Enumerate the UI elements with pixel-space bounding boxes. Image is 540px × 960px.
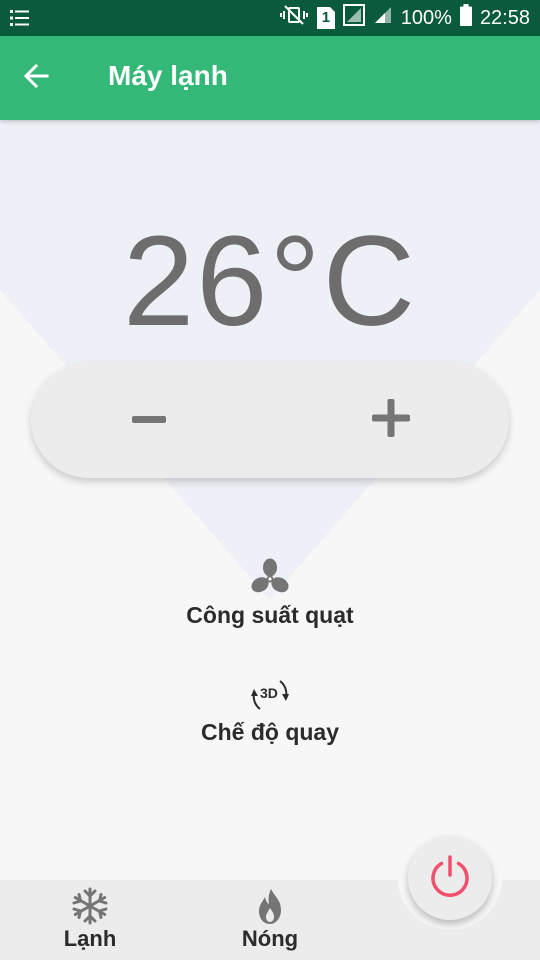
fan-speed-option[interactable]: Công suất quạt	[0, 558, 540, 629]
swing-mode-option[interactable]: 3D Chế độ quay	[0, 675, 540, 746]
cold-mode-tab[interactable]: Lạnh	[20, 886, 160, 952]
increase-temperature-button[interactable]	[351, 390, 431, 450]
clock: 22:58	[479, 6, 530, 29]
decrease-temperature-button[interactable]	[109, 390, 189, 450]
plus-icon	[372, 398, 410, 442]
main-content: 26°C Công suất quạt 3D Chế độ quay	[0, 120, 540, 880]
hot-mode-tab[interactable]: Nóng	[200, 886, 340, 952]
power-icon	[427, 853, 473, 904]
rotate-3d-icon: 3D	[250, 675, 290, 715]
minus-icon	[132, 411, 166, 429]
rotate-3d-icon-text: 3D	[260, 685, 278, 701]
fan-icon	[250, 558, 290, 598]
flame-icon	[200, 886, 340, 926]
app-bar: Máy lạnh	[0, 36, 540, 120]
signal-bars-icon	[373, 5, 393, 31]
cold-mode-label: Lạnh	[63, 926, 117, 951]
status-bar: 1 100% 22:58	[0, 0, 540, 36]
mute-vibrate-icon	[279, 4, 309, 32]
page-title: Máy lạnh	[108, 60, 228, 91]
arrow-left-icon	[22, 62, 50, 95]
battery-percentage: 100%	[400, 6, 452, 29]
back-button[interactable]	[14, 56, 58, 100]
hot-mode-label: Nóng	[241, 926, 299, 951]
temperature-control	[31, 362, 509, 478]
power-button[interactable]	[408, 836, 492, 920]
screen: 1 100% 22:58 Máy lạnh 26°C Công suất quạ…	[0, 0, 540, 960]
battery-icon	[459, 4, 472, 32]
swing-mode-label: Chế độ quay	[200, 719, 339, 745]
sim-slot-number: 1	[321, 9, 331, 26]
notification-list-icon	[10, 8, 30, 33]
sim-card-icon: 1	[316, 7, 335, 29]
fan-speed-label: Công suất quạt	[186, 602, 354, 628]
signal-strength-icon	[342, 4, 365, 32]
snowflake-icon	[20, 886, 160, 926]
temperature-display: 26°C	[123, 210, 417, 353]
